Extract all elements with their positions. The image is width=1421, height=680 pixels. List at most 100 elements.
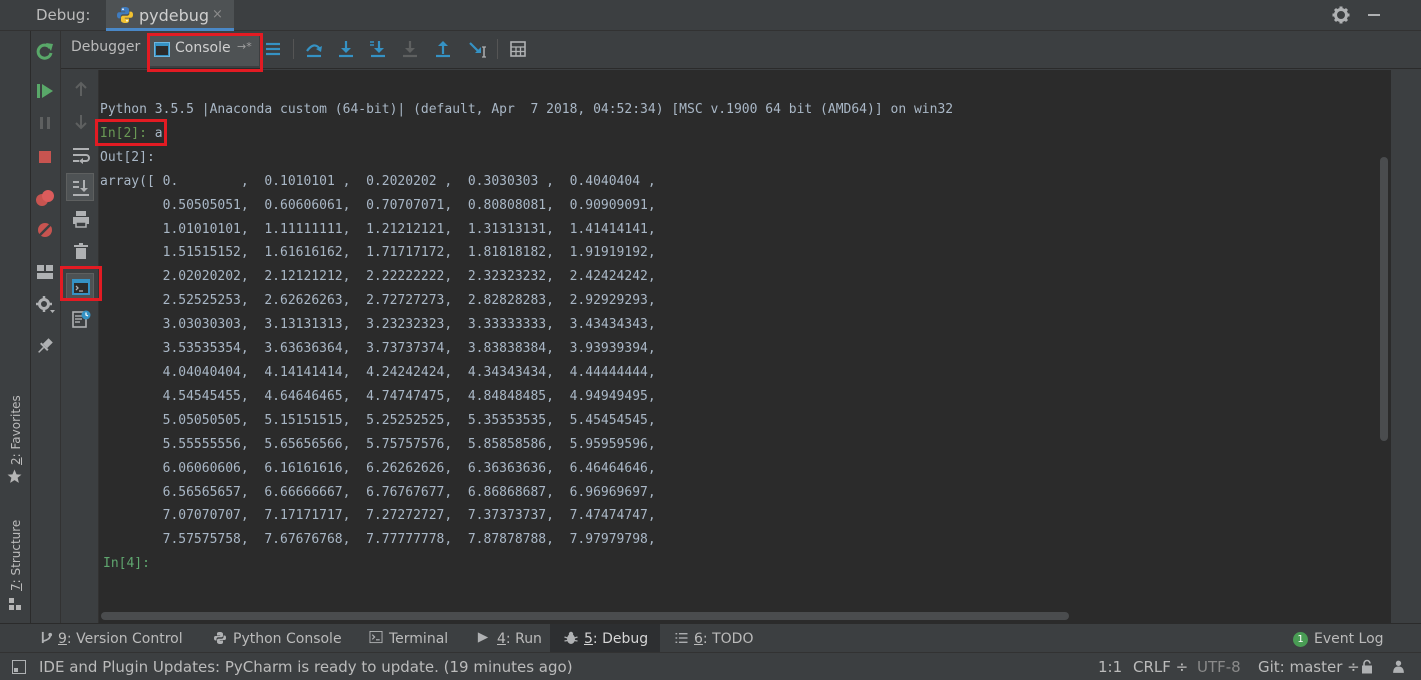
output-line: 3.03030303, 3.13131313, 3.23232323, 3.33… (100, 317, 656, 333)
tab-debug[interactable]: 5: Debug (550, 624, 660, 653)
evaluate-expression-icon[interactable] (508, 39, 528, 59)
view-breakpoints-icon[interactable] (34, 187, 56, 209)
hide-panel-icon[interactable] (1364, 5, 1384, 25)
pin-icon[interactable] (34, 335, 56, 357)
output-line: 6.06060606, 6.16161616, 6.26262626, 6.36… (100, 460, 656, 476)
console-input-line: In[2]: a (100, 122, 953, 146)
tab-console-label: Console (175, 40, 231, 56)
step-into-my-code-icon[interactable] (368, 39, 388, 59)
scroll-to-end-icon (73, 180, 89, 196)
settings-icon[interactable] (1331, 5, 1351, 25)
tab-debugger[interactable]: Debugger (71, 39, 140, 55)
console-icon (154, 42, 170, 57)
tab-version-control[interactable]: 9: Version Control (40, 631, 183, 647)
console-text: Python 3.5.5 |Anaconda custom (64-bit)| … (100, 98, 953, 576)
tab-python-console[interactable]: Python Console (213, 631, 342, 647)
output-line: 2.52525253, 2.62626263, 2.72727273, 2.82… (100, 293, 656, 309)
output-prompt: Out[2]: (100, 149, 155, 165)
debug-actions-column (31, 31, 61, 623)
favorites-side-tab[interactable]: 2: Favorites (0, 381, 31, 491)
favorites-mnemonic: 2 (9, 457, 23, 465)
debug-header: Debug: pydebug × (0, 0, 1421, 31)
bug-icon (564, 631, 578, 644)
output-line: 4.04040404, 4.14141414, 4.24242424, 4.34… (100, 364, 656, 380)
tab-event-log[interactable]: Event Log (1314, 631, 1384, 647)
caret-position[interactable]: 1:1 (1098, 658, 1122, 676)
output-line: array([ 0. , 0.1010101 , 0.2020202 , 0.3… (100, 173, 656, 189)
show-console-button[interactable] (66, 273, 94, 300)
force-step-into-icon (403, 41, 417, 58)
todo-icon (675, 633, 688, 643)
tab-run[interactable]: 4: Run (477, 631, 542, 647)
resume-icon[interactable] (34, 80, 56, 102)
version-control-label: : Version Control (66, 631, 183, 647)
line-separator[interactable]: CRLF ÷ (1133, 658, 1188, 676)
status-toggle-icon[interactable] (12, 660, 26, 674)
python-console-label: Python Console (233, 631, 342, 647)
clear-all-icon[interactable] (70, 240, 92, 262)
structure-mnemonic: 7 (9, 583, 23, 591)
output-line: 0.50505051, 0.60606061, 0.70707071, 0.80… (100, 197, 656, 213)
version-control-icon (41, 631, 53, 644)
console-side-toolbar (61, 70, 99, 623)
output-line: 2.02020202, 2.12121212, 2.22222222, 2.32… (100, 269, 656, 285)
down-arrow-icon[interactable] (70, 111, 92, 133)
next-input-prompt[interactable]: In[4]: (100, 552, 953, 576)
soft-wrap-icon[interactable] (70, 144, 92, 166)
tab-pydebug[interactable]: pydebug × (106, 0, 234, 31)
console-banner: Python 3.5.5 |Anaconda custom (64-bit)| … (100, 102, 954, 117)
status-message[interactable]: IDE and Plugin Updates: PyCharm is ready… (39, 658, 573, 676)
version-control-mnemonic: 9 (58, 631, 67, 647)
close-icon[interactable]: × (212, 7, 223, 22)
status-bar: IDE and Plugin Updates: PyCharm is ready… (0, 652, 1421, 680)
event-log-badge: 1 (1293, 632, 1308, 647)
debug-mnemonic: 5 (584, 631, 593, 647)
horizontal-scrollbar[interactable] (101, 612, 1069, 620)
console-output[interactable]: Python 3.5.5 |Anaconda custom (64-bit)| … (99, 70, 1391, 623)
output-line: 1.01010101, 1.11111111, 1.21212121, 1.31… (100, 221, 656, 237)
debug-toolbar: Debugger Console →* (61, 31, 1421, 69)
output-line: 1.51515152, 1.61616162, 1.71717172, 1.81… (100, 245, 656, 261)
rerun-icon[interactable] (34, 40, 56, 62)
up-arrow-icon[interactable] (70, 78, 92, 100)
python-icon (117, 7, 133, 23)
restore-layout-icon[interactable] (34, 261, 56, 283)
structure-label: : Structure (9, 519, 23, 584)
lock-icon[interactable] (1360, 659, 1374, 674)
stop-icon[interactable] (34, 146, 56, 168)
run-to-cursor-icon[interactable] (467, 39, 487, 59)
python-console-icon (214, 632, 226, 644)
print-icon[interactable] (70, 208, 92, 230)
input-prompt: In[2]: (100, 125, 147, 141)
debug-label: : Debug (592, 631, 649, 647)
structure-side-tab[interactable]: 7: Structure (0, 511, 31, 611)
mute-breakpoints-icon[interactable] (34, 219, 56, 241)
step-out-icon[interactable] (433, 39, 453, 59)
threads-icon[interactable] (263, 39, 283, 59)
debug-title-label: Debug: (36, 6, 91, 24)
star-icon (7, 469, 22, 483)
favorites-label: : Favorites (9, 395, 23, 458)
run-label: : Run (505, 631, 542, 647)
step-into-icon[interactable] (336, 39, 356, 59)
debugger-settings-icon[interactable] (34, 293, 56, 315)
run-icon (477, 632, 489, 643)
git-branch[interactable]: Git: master ÷ (1258, 658, 1360, 676)
file-encoding[interactable]: UTF-8 (1197, 658, 1241, 676)
pause-icon[interactable] (34, 112, 56, 134)
todo-mnemonic: 6 (694, 631, 703, 647)
tab-todo[interactable]: 6: TODO (675, 631, 753, 647)
scroll-to-end-button[interactable] (66, 173, 94, 201)
tab-pin-icon[interactable]: →* (237, 40, 252, 53)
inspector-icon[interactable] (1391, 659, 1406, 674)
structure-icon (9, 598, 21, 610)
output-line: 5.55555556, 5.65656566, 5.75757576, 5.85… (100, 436, 656, 452)
terminal-label: Terminal (389, 631, 449, 647)
terminal-icon (369, 631, 383, 644)
console-history-icon[interactable] (70, 308, 92, 330)
show-console-icon (72, 279, 90, 295)
tab-console[interactable]: Console →* (149, 34, 259, 66)
vertical-scrollbar[interactable] (1380, 157, 1388, 441)
tab-terminal[interactable]: Terminal (369, 631, 448, 647)
step-over-icon[interactable] (304, 39, 324, 59)
